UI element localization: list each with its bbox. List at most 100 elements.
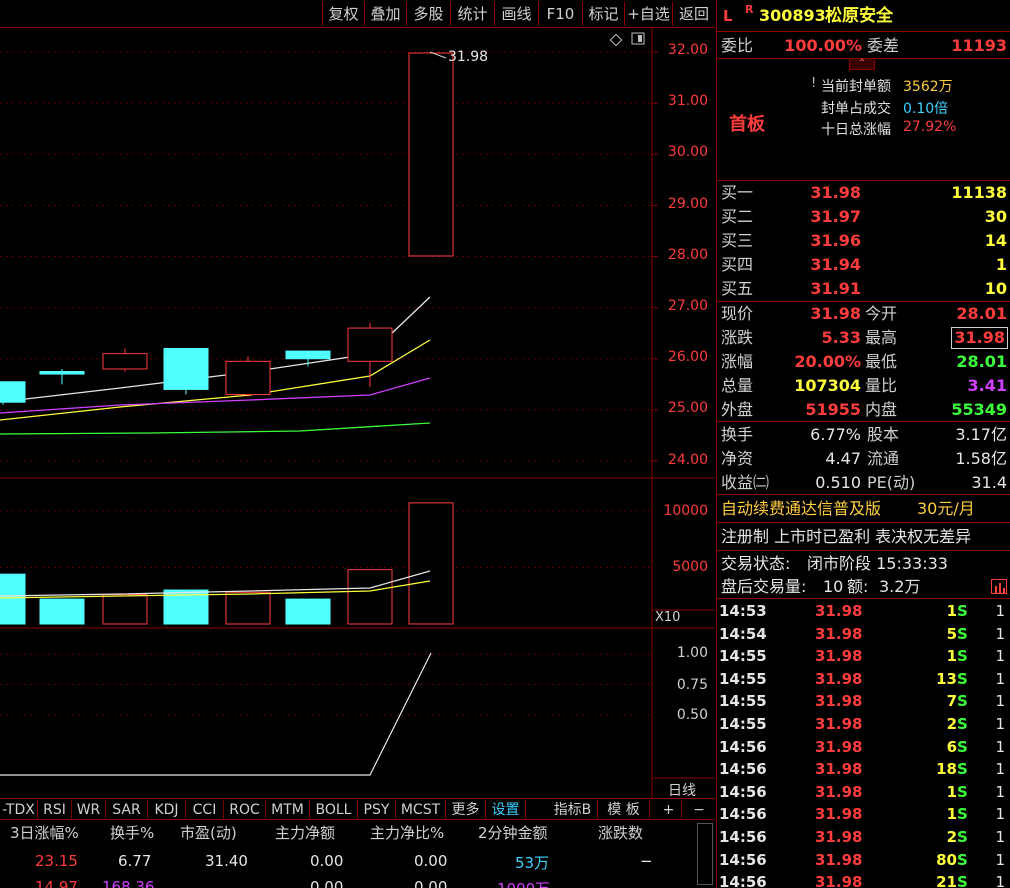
tab-roc[interactable]: ROC — [224, 800, 266, 820]
bid-row[interactable]: 买四 31.94 1 — [717, 253, 1010, 277]
tick-row[interactable]: 14:55 31.98 7 S 1 — [717, 690, 1010, 713]
tab-more[interactable]: 更多 — [446, 800, 486, 820]
fuquan-button[interactable]: 复权 — [322, 2, 364, 26]
kline-chart[interactable] — [0, 28, 715, 798]
tick-row[interactable]: 14:56 31.98 18 S 1 — [717, 758, 1010, 781]
first-board-badge: 首板 — [729, 114, 765, 135]
tick-count: 1 — [995, 715, 1005, 733]
tab-settings[interactable]: 设置 — [486, 800, 526, 820]
col-header-up-down[interactable]: 涨跌数 — [598, 822, 643, 843]
table-scrollbar[interactable] — [697, 823, 713, 885]
tick-price: 31.98 — [815, 669, 863, 688]
zoom-in-button[interactable]: + — [656, 800, 682, 820]
tick-row[interactable]: 14:56 31.98 6 S 1 — [717, 736, 1010, 759]
tick-row[interactable]: 14:56 31.98 1 S 1 — [717, 803, 1010, 826]
tab-mcst[interactable]: MCST — [396, 800, 446, 820]
tab-rsi[interactable]: RSI — [38, 800, 72, 820]
candlestick — [225, 356, 271, 398]
tick-volume: 2 — [946, 715, 957, 733]
tab-kdj[interactable]: KDJ — [148, 800, 186, 820]
tick-row[interactable]: 14:56 31.98 80 S 1 — [717, 849, 1010, 872]
price-axis-label: 26.00 — [667, 349, 708, 366]
zoom-out-button[interactable]: − — [686, 800, 712, 820]
tick-time: 14:53 — [719, 602, 767, 620]
bid-label: 买五 — [721, 279, 754, 298]
tick-count: 1 — [995, 624, 1005, 643]
tick-count: 1 — [995, 647, 1005, 666]
indicator-tab-bar: -TDX RSI WR SAR KDJ CCI ROC MTM BOLL PSY… — [0, 798, 715, 820]
statistics-button[interactable]: 统计 — [450, 2, 494, 26]
after-hours-label: 盘后交易量: — [721, 577, 807, 596]
bid-volume: 11138 — [951, 183, 1007, 202]
promo-price[interactable]: 30元/月 — [917, 497, 975, 521]
col-header-main-net[interactable]: 主力净额 — [275, 822, 335, 843]
tick-row[interactable]: 14:55 31.98 1 S 1 — [717, 645, 1010, 668]
bid-volume: 14 — [984, 231, 1007, 250]
tick-time: 14:56 — [719, 737, 767, 756]
promo-text[interactable]: 自动续费通达信普及版 — [721, 497, 881, 521]
bid-row[interactable]: 买二 31.97 30 — [717, 205, 1010, 229]
quote-label: 量比 — [865, 376, 898, 395]
tab-boll[interactable]: BOLL — [310, 800, 358, 820]
fund-value: 3.17亿 — [955, 425, 1007, 444]
kline-chart-area[interactable]: 31.98 32.00 31.00 30.00 29.00 28.00 27.00 26.0… — [0, 28, 715, 800]
bid-row[interactable]: 买五 31.91 10 — [717, 277, 1010, 301]
quote-label: 涨幅 — [721, 352, 754, 371]
tick-row[interactable]: 14:55 31.98 2 S 1 — [717, 713, 1010, 736]
col-header-turnover[interactable]: 换手% — [110, 822, 154, 843]
add-watchlist-button[interactable]: +自选 — [624, 2, 672, 26]
tick-row[interactable]: 14:55 31.98 13 S 1 — [717, 668, 1010, 691]
tab-indicator-b[interactable]: 指标B — [548, 800, 598, 820]
candlestick — [408, 52, 454, 257]
bid-row[interactable]: 买三 31.96 14 — [717, 229, 1010, 253]
tab-cci[interactable]: CCI — [186, 800, 224, 820]
info-icon[interactable]: ! — [811, 76, 816, 91]
tick-side: S — [957, 828, 968, 846]
back-button[interactable]: 返回 — [672, 2, 715, 26]
tick-price: 31.98 — [815, 805, 863, 824]
tick-price: 31.98 — [815, 760, 863, 779]
quote-panel: L R 300893 松原安全 委比 100.00% 委差 11193 ⌃ 首板… — [716, 0, 1010, 888]
diamond-icon[interactable] — [609, 33, 623, 47]
tab-tdx[interactable]: -TDX — [0, 800, 38, 820]
bid-label: 买二 — [721, 207, 754, 226]
quote-row: 总量 107304 量比 3.41 — [717, 374, 1010, 398]
quote-label: 总量 — [721, 376, 754, 395]
tick-row[interactable]: 14:56 31.98 21 S 1 — [717, 871, 1010, 888]
period-label[interactable]: 日线 — [668, 780, 696, 800]
stock-name: 松原安全 — [825, 6, 893, 26]
col-header-main-ratio[interactable]: 主力净比% — [370, 822, 444, 843]
tick-row[interactable]: 14:54 31.98 5 S 1 — [717, 623, 1010, 646]
col-header-2min-amount[interactable]: 2分钟金额 — [478, 822, 548, 843]
quote-value: 20.00% — [794, 352, 861, 371]
overlay-button[interactable]: 叠加 — [364, 2, 406, 26]
col-header-3d-change[interactable]: 3日涨幅% — [10, 822, 79, 843]
bid-price: 31.96 — [810, 231, 861, 250]
tab-psy[interactable]: PSY — [358, 800, 396, 820]
col-header-pe[interactable]: 市盈(动) — [180, 822, 237, 843]
tick-count: 1 — [995, 782, 1005, 801]
tick-side: S — [957, 602, 968, 620]
bid-price: 31.94 — [810, 255, 861, 274]
f10-button[interactable]: F10 — [538, 2, 582, 26]
bid-row[interactable]: 买一 31.98 11138 — [717, 181, 1010, 205]
fund-value: 1.58亿 — [955, 449, 1007, 468]
collapse-up-icon[interactable]: ⌃ — [849, 58, 875, 70]
tick-row[interactable]: 14:53 31.98 1 S 1 — [717, 600, 1010, 623]
table-cell: 23.15 — [35, 852, 78, 870]
promo-row[interactable]: 自动续费通达信普及版 30元/月 — [717, 497, 1010, 521]
tab-wr[interactable]: WR — [72, 800, 106, 820]
tick-row[interactable]: 14:56 31.98 2 S 1 — [717, 826, 1010, 849]
tick-row[interactable]: 14:56 31.98 1 S 1 — [717, 781, 1010, 804]
tab-sar[interactable]: SAR — [106, 800, 148, 820]
tab-mtm[interactable]: MTM — [266, 800, 310, 820]
price-axis-label: 25.00 — [667, 400, 708, 417]
fund-row: 换手 6.77% 股本 3.17亿 — [717, 423, 1010, 447]
notice-row: 注册制 上市时已盈利 表决权无差异 — [717, 525, 1010, 549]
limit-value: 0.10倍 — [903, 101, 949, 117]
bar-chart-icon[interactable] — [991, 579, 1007, 594]
multi-stock-button[interactable]: 多股 — [406, 2, 450, 26]
mark-button[interactable]: 标记 — [582, 2, 624, 26]
draw-line-button[interactable]: 画线 — [494, 2, 538, 26]
tab-template[interactable]: 模 板 — [598, 800, 650, 820]
